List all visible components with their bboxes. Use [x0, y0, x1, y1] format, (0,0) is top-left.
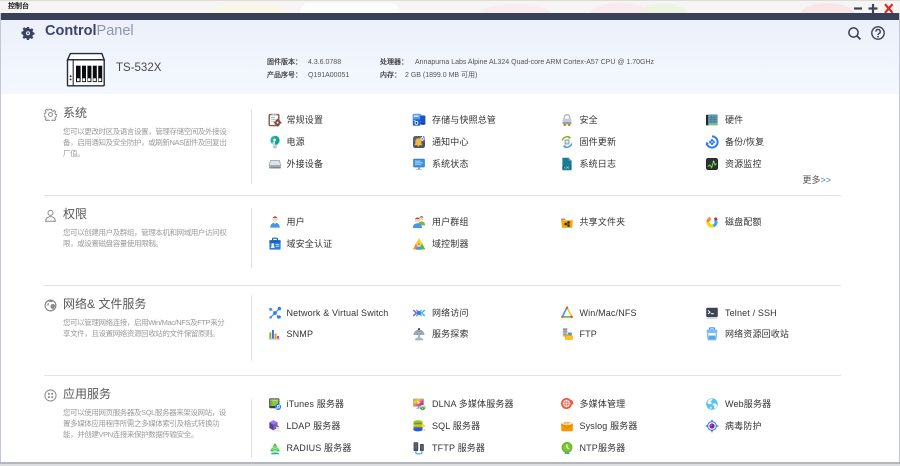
svg-text:LOG: LOG — [564, 165, 570, 169]
